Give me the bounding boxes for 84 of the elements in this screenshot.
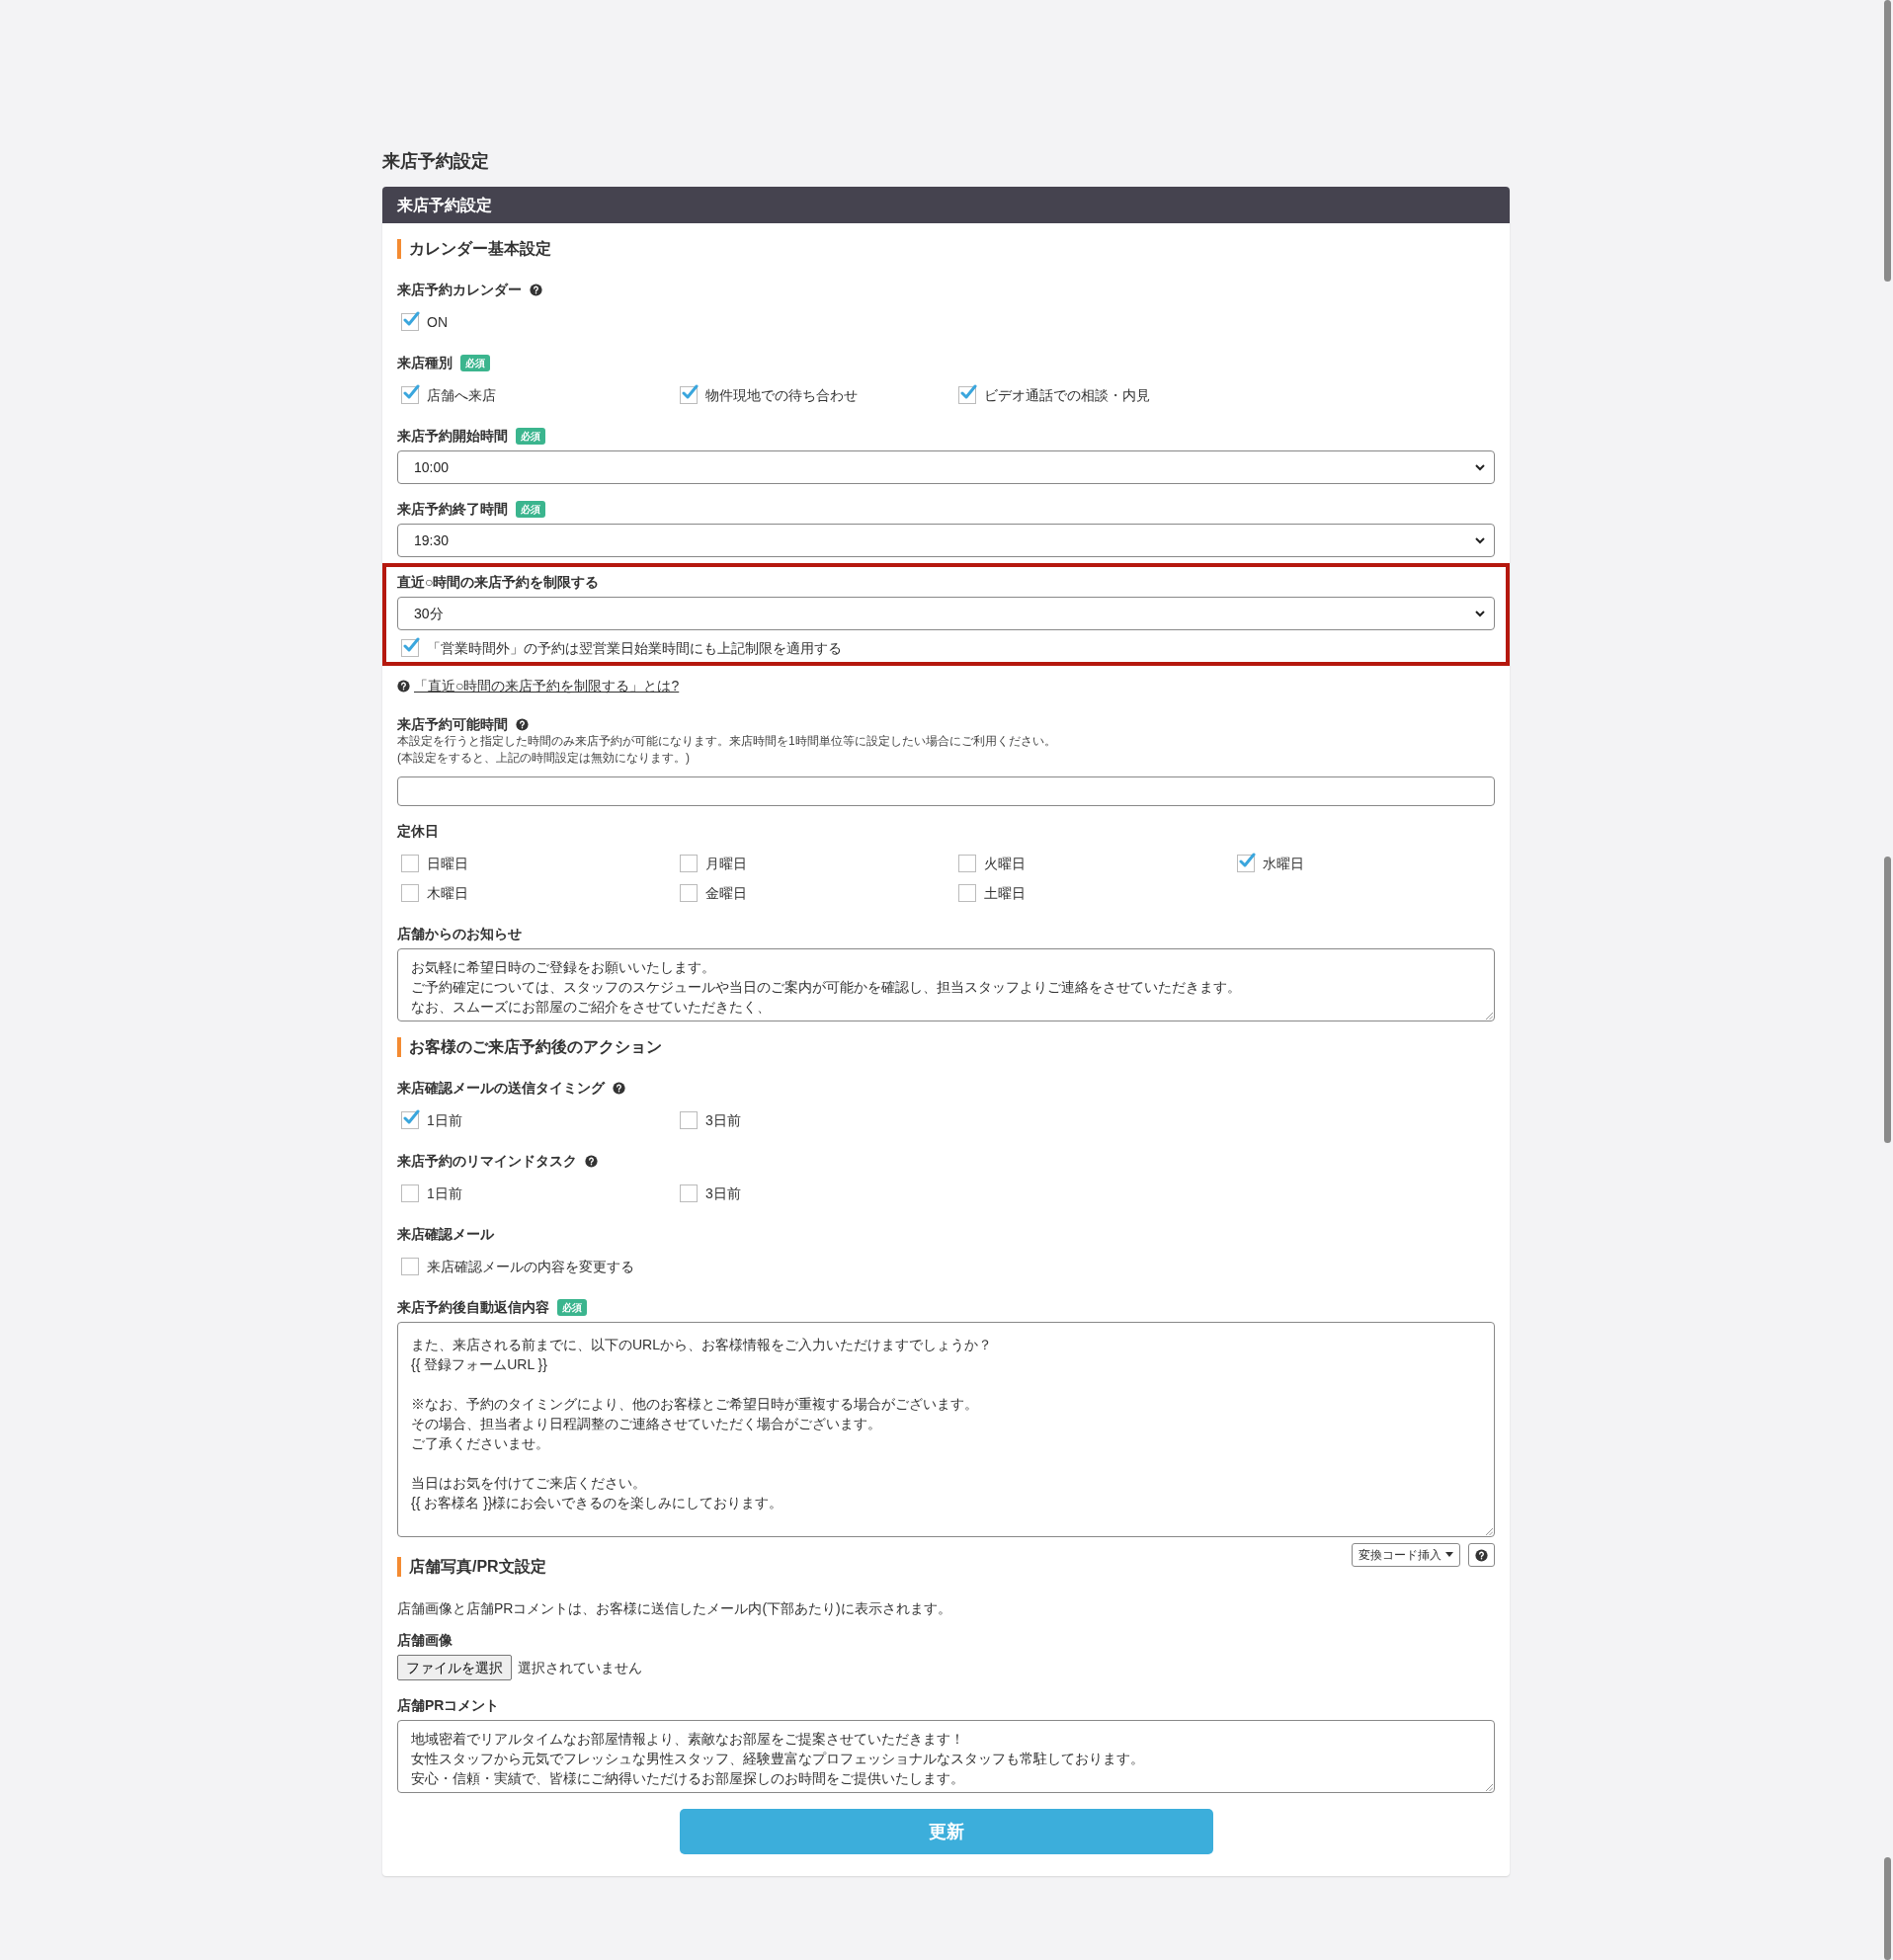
section-heading: カレンダー基本設定 [397,239,1495,259]
section-heading: お客様のご来店予約後のアクション [397,1037,1495,1057]
help-icon[interactable] [613,1081,625,1095]
file-status: 選択されていません [518,1658,642,1677]
checkbox[interactable] [401,884,419,902]
checkbox[interactable] [401,1184,419,1202]
checkbox[interactable] [401,313,419,331]
page-title: 来店予約設定 [382,150,490,173]
checkbox[interactable] [401,386,419,404]
checkbox-label: 3日前 [705,1110,741,1130]
choose-file-button[interactable]: ファイルを選択 [397,1655,512,1680]
panel-header: 来店予約設定 [382,187,1510,223]
field-label: 来店種別 [397,353,453,372]
required-badge: 必須 [516,427,545,445]
select-field[interactable]: 10:00 [397,450,1495,484]
field-description: (本設定をすると、上記の時間設定は無効になります。) [397,750,691,767]
help-icon[interactable] [585,1154,598,1168]
checkbox[interactable] [680,855,698,872]
field-label: 店舗からのお知らせ [397,924,522,943]
field-label: 来店予約終了時間 [397,499,508,519]
field-label: 来店予約のリマインドタスク [397,1151,577,1171]
checkbox-label: 日曜日 [427,854,468,873]
field-label: 来店予約開始時間 [397,426,508,446]
checkbox-label: 「営業時間外」の予約は翌営業日始業時間にも上記制限を適用する [427,638,842,658]
field-label: 店舗画像 [397,1630,453,1650]
checkbox[interactable] [401,1111,419,1129]
chevron-down-icon [1474,608,1486,619]
required-badge: 必須 [557,1298,587,1316]
checkbox-label: 来店確認メールの内容を変更する [427,1257,634,1276]
select-field[interactable]: 19:30 [397,524,1495,557]
checkbox[interactable] [1237,855,1255,872]
field-label: 来店確認メールの送信タイミング [397,1078,605,1098]
help-icon[interactable] [530,283,542,296]
checkbox-label: ビデオ通話での相談・内見 [984,385,1150,405]
checkbox[interactable] [680,1184,698,1202]
field-label: 来店予約カレンダー [397,280,522,299]
required-badge: 必須 [516,500,545,518]
textarea-field[interactable]: お気軽に希望日時のご登録をお願いいたします。 ご予約確定については、スタッフのスケジュールや当日のご案内が可能かを確認し、担当スタッフよりご連絡をさせていただきます。 なお、スムーズにお部屋のご紹介をさせていただきたく、 [397,948,1495,1021]
checkbox-label: 物件現地での待ち合わせ [705,385,858,405]
checkbox-label: 金曜日 [705,883,747,903]
checkbox-label: 店舗へ来店 [427,385,496,405]
checkbox-label: 木曜日 [427,883,468,903]
chevron-down-icon [1474,461,1486,473]
field-description: 本設定を行うと指定した時間のみ来店予約が可能になります。来店時間を1時間単位等に設定したい場合にご利用ください。 [397,733,1057,750]
field-label: 直近○時間の来店予約を制限する [397,572,600,592]
required-badge: 必須 [460,354,490,371]
field-label: 店舗PRコメント [397,1695,500,1715]
resize-grip-icon[interactable] [1485,1012,1493,1020]
help-icon[interactable] [516,717,529,731]
checkbox[interactable] [680,884,698,902]
chevron-down-icon [1474,534,1486,546]
help-icon [1475,1548,1488,1562]
checkbox[interactable] [958,884,976,902]
checkbox-label: 3日前 [705,1184,741,1203]
checkbox-label: 1日前 [427,1184,462,1203]
note-text: 店舗画像と店舗PRコメントは、お客様に送信したメール内(下部あたり)に表示されます。 [397,1599,952,1618]
textarea-field[interactable]: 地域密着でリアルタイムなお部屋情報より、素敵なお部屋をご提案させていただきます！ 女性スタッフから元気でフレッシュな男性スタッフ、経験豊富なプロフェッショナルなスタッフも常駐しております。 安心・信頼・実績で、皆様にご納得いただけるお部屋探しのお時間をご提供いたします。 [397,1720,1495,1793]
checkbox-label: 火曜日 [984,854,1026,873]
help-button[interactable] [1468,1543,1495,1567]
checkbox[interactable] [680,386,698,404]
checkbox[interactable] [401,1258,419,1275]
field-label: 定休日 [397,821,439,841]
field-label: 来店予約後自動返信内容 [397,1297,549,1317]
text-input[interactable] [397,776,1495,806]
checkbox[interactable] [680,1111,698,1129]
checkbox-label: 土曜日 [984,883,1026,903]
help-icon [397,680,410,693]
scrollbar[interactable] [1881,0,1893,1960]
checkbox[interactable] [958,855,976,872]
checkbox[interactable] [401,855,419,872]
checkbox[interactable] [401,639,419,657]
resize-grip-icon[interactable] [1485,1783,1493,1791]
checkbox-label: 1日前 [427,1110,462,1130]
checkbox[interactable] [958,386,976,404]
field-label: 来店予約可能時間 [397,714,508,734]
field-label: 来店確認メール [397,1224,494,1244]
caret-icon [1445,1552,1453,1558]
select-field[interactable]: 30分 [397,597,1495,630]
textarea-field[interactable]: また、来店される前までに、以下のURLから、お客様情報をご入力いただけますでしょうか？ {{ 登録フォームURL }} ※なお、予約のタイミングにより、他のお客様とご希望日時が重複する場合がございます。 その場合、担当者より日程調整のご連絡させていただく場合がございます。 ご了承くださいませ。 当日はお気を付けてご来店ください。 {{ お客様名 }}様にお会いできるのを楽しみにしております。 [397,1322,1495,1537]
checkbox-label: 水曜日 [1263,854,1304,873]
checkbox-label: ON [427,312,448,332]
help-link[interactable]: 「直近○時間の来店予約を制限する」とは? [397,676,680,696]
resize-grip-icon[interactable] [1485,1527,1493,1535]
checkbox-label: 月曜日 [705,854,747,873]
